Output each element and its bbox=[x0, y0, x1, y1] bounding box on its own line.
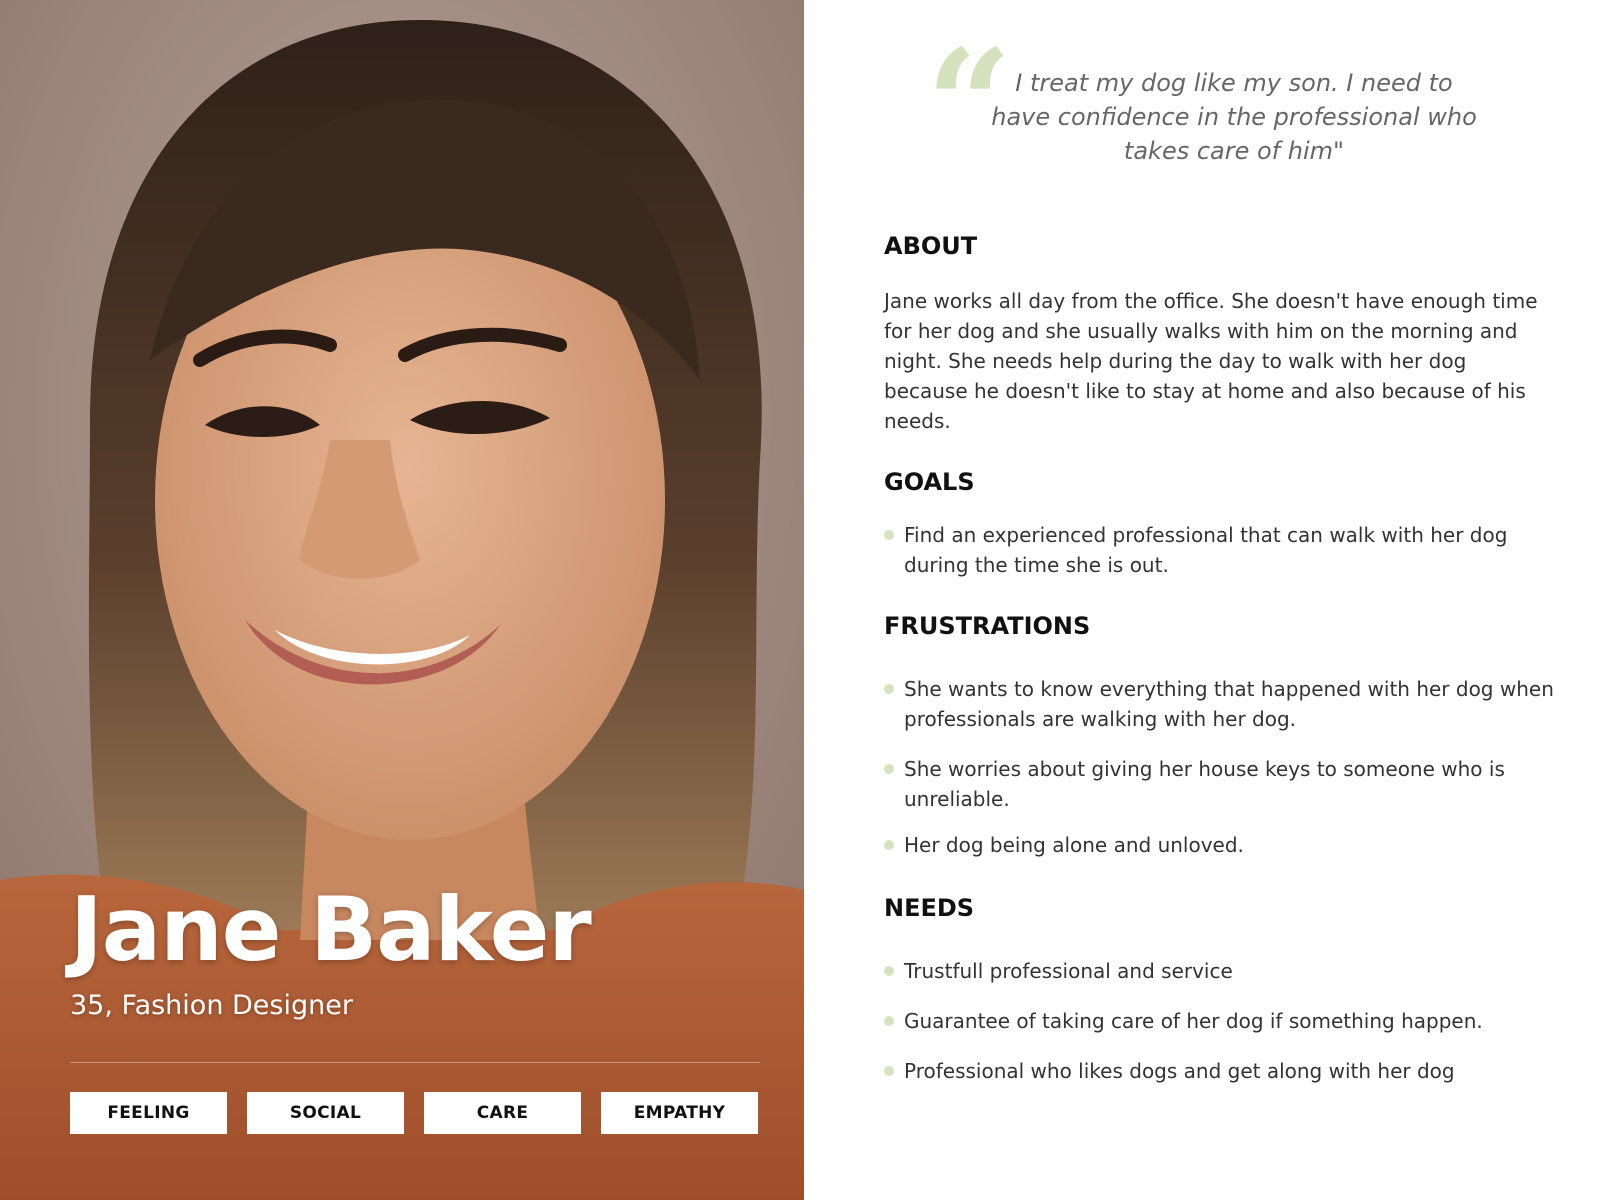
frustrations-list: She wants to know everything that happen… bbox=[884, 674, 1564, 860]
list-item: Guarantee of taking care of her dog if s… bbox=[884, 1006, 1564, 1036]
goal-text: Find an experienced professional that ca… bbox=[904, 523, 1508, 577]
goals-title: GOALS bbox=[884, 468, 975, 496]
persona-name: Jane Baker bbox=[70, 878, 592, 981]
bullet-icon bbox=[884, 684, 894, 694]
bullet-icon bbox=[884, 840, 894, 850]
bullet-icon bbox=[884, 1016, 894, 1026]
list-item: Trustfull professional and service bbox=[884, 956, 1564, 986]
about-title: ABOUT bbox=[884, 232, 978, 260]
list-item: She worries about giving her house keys … bbox=[884, 754, 1564, 814]
bullet-icon bbox=[884, 530, 894, 540]
persona-name-block: Jane Baker 35, Fashion Designer bbox=[70, 878, 592, 1022]
tag-care: CARE bbox=[424, 1092, 581, 1134]
tag-empathy: EMPATHY bbox=[601, 1092, 758, 1134]
bullet-icon bbox=[884, 966, 894, 976]
persona-quote: I treat my dog like my son. I need to ha… bbox=[991, 69, 1477, 165]
need-text: Guarantee of taking care of her dog if s… bbox=[904, 1009, 1483, 1033]
goals-list: Find an experienced professional that ca… bbox=[884, 520, 1564, 580]
persona-subtitle: 35, Fashion Designer bbox=[70, 990, 353, 1021]
persona-photo: Jane Baker 35, Fashion Designer FEELING … bbox=[0, 0, 804, 1200]
about-text: Jane works all day from the office. She … bbox=[884, 289, 1538, 433]
needs-list: Trustfull professional and service Guara… bbox=[884, 956, 1564, 1086]
list-item: Professional who likes dogs and get alon… bbox=[884, 1056, 1564, 1086]
list-item: Find an experienced professional that ca… bbox=[884, 520, 1564, 580]
bullet-icon bbox=[884, 764, 894, 774]
need-text: Professional who likes dogs and get alon… bbox=[904, 1059, 1455, 1083]
frustration-text: Her dog being alone and unloved. bbox=[904, 833, 1244, 857]
persona-card: Jane Baker 35, Fashion Designer FEELING … bbox=[0, 0, 1600, 1200]
frustration-text: She wants to know everything that happen… bbox=[904, 677, 1554, 731]
needs-title: NEEDS bbox=[884, 894, 975, 922]
tag-social: SOCIAL bbox=[247, 1092, 404, 1134]
need-text: Trustfull professional and service bbox=[904, 959, 1233, 983]
list-item: Her dog being alone and unloved. bbox=[884, 830, 1564, 860]
name-divider bbox=[70, 1062, 760, 1063]
list-item: She wants to know everything that happen… bbox=[884, 674, 1564, 734]
frustrations-title: FRUSTRATIONS bbox=[884, 612, 1091, 640]
tag-feeling: FEELING bbox=[70, 1092, 227, 1134]
bullet-icon bbox=[884, 1066, 894, 1076]
persona-tags: FEELING SOCIAL CARE EMPATHY bbox=[70, 1092, 758, 1134]
frustration-text: She worries about giving her house keys … bbox=[904, 757, 1505, 811]
